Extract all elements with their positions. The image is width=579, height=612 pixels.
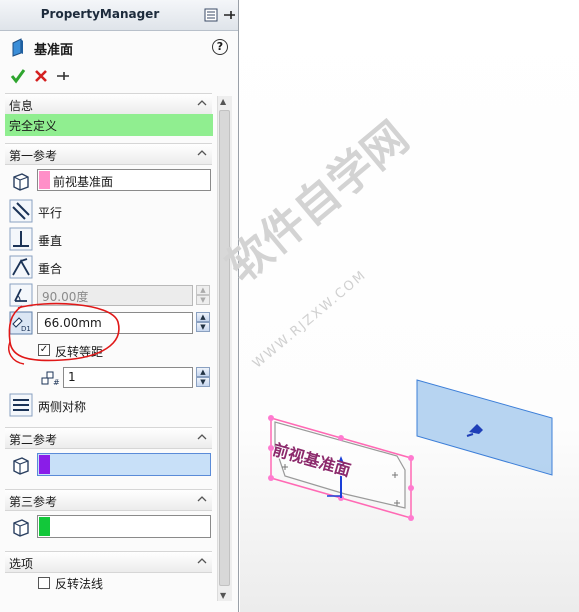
feature-name: 基准面 xyxy=(34,43,74,58)
status-fully-defined: 完全定义 xyxy=(5,114,213,136)
first-reference-color xyxy=(39,171,50,189)
spin-down-arrow-icon[interactable]: ▼ xyxy=(196,295,210,305)
mid-plane-icon[interactable] xyxy=(9,393,33,417)
angle-spinner[interactable]: ▲ ▼ xyxy=(196,285,210,306)
collapse-chevron-icon[interactable] xyxy=(197,98,207,108)
first-reference-selection-box[interactable]: 前视基准面 xyxy=(37,169,211,191)
instances-count-value: 1 xyxy=(68,370,76,384)
instances-count-icon: # xyxy=(41,371,60,387)
second-reference-selection-box[interactable] xyxy=(37,453,211,476)
perpendicular-label: 垂直 xyxy=(38,234,63,248)
spin-up-arrow-icon[interactable]: ▲ xyxy=(196,285,210,295)
red-annotation-circle xyxy=(8,302,120,365)
flip-normal-checkbox[interactable] xyxy=(38,577,50,589)
third-reference-header[interactable]: 第三参考 xyxy=(5,489,212,511)
spin-up-arrow-icon[interactable]: ▲ xyxy=(196,367,210,377)
property-manager-titlebar: PropertyManager xyxy=(0,0,238,31)
spin-down-arrow-icon[interactable]: ▼ xyxy=(196,322,210,332)
spin-up-arrow-icon[interactable]: ▲ xyxy=(196,312,210,322)
scroll-down-arrow-icon[interactable]: ▼ xyxy=(220,591,226,600)
coincident-label: 重合 xyxy=(38,262,63,276)
preview-plane[interactable] xyxy=(415,378,555,478)
third-reference-color xyxy=(39,517,50,536)
reference-selection-icon xyxy=(13,519,29,537)
coincident-icon[interactable] xyxy=(9,255,33,279)
collapse-chevron-icon[interactable] xyxy=(197,494,207,504)
tree-toggle-icon[interactable] xyxy=(204,8,218,22)
scroll-up-arrow-icon[interactable]: ▲ xyxy=(220,97,226,106)
first-reference-value: 前视基准面 xyxy=(53,175,114,189)
svg-text:#: # xyxy=(53,378,60,387)
panel-scrollbar[interactable]: ▲ ▼ xyxy=(217,96,232,601)
reference-selection-icon xyxy=(13,457,29,475)
reference-selection-icon xyxy=(13,173,29,191)
flip-normal-label: 反转法线 xyxy=(55,577,104,591)
info-section-header[interactable]: 信息 xyxy=(5,93,212,115)
second-reference-color xyxy=(39,455,50,474)
options-section-header[interactable]: 选项 xyxy=(5,551,212,573)
instances-count-input[interactable]: 1 xyxy=(63,367,193,388)
third-reference-label: 第三参考 xyxy=(9,495,58,509)
watermark-text: 软件自学网 xyxy=(217,112,419,293)
plane-feature-icon xyxy=(12,38,23,57)
ok-checkmark-icon[interactable] xyxy=(10,68,26,84)
collapse-chevron-icon[interactable] xyxy=(197,148,207,158)
mid-plane-label: 两侧对称 xyxy=(38,400,87,414)
collapse-chevron-icon[interactable] xyxy=(197,556,207,566)
keep-visible-pin-icon[interactable] xyxy=(56,70,70,82)
second-reference-header[interactable]: 第二参考 xyxy=(5,427,212,449)
options-section-label: 选项 xyxy=(9,557,34,571)
first-reference-label: 第一参考 xyxy=(9,149,58,163)
perpendicular-icon[interactable] xyxy=(9,227,33,251)
property-manager-panel: PropertyManager 基准面 ? ▲ ▼ 信息 完全定义 第一参考 前… xyxy=(0,0,239,612)
spin-down-arrow-icon[interactable]: ▼ xyxy=(196,377,210,387)
graphics-viewport[interactable]: 软件自学网 WWW.RJZXW.COM 前视基准面 xyxy=(217,0,579,612)
offset-distance-spinner[interactable]: ▲ ▼ xyxy=(196,312,210,333)
collapse-chevron-icon[interactable] xyxy=(197,432,207,442)
first-reference-header[interactable]: 第一参考 xyxy=(5,143,212,165)
cancel-x-icon[interactable] xyxy=(34,69,48,83)
parallel-label: 平行 xyxy=(38,206,63,220)
action-buttons xyxy=(0,66,238,88)
pin-icon[interactable] xyxy=(222,8,236,22)
second-reference-label: 第二参考 xyxy=(9,433,58,447)
feature-header: 基准面 ? xyxy=(0,34,238,60)
watermark-url: WWW.RJZXW.COM xyxy=(250,267,370,372)
instances-spinner[interactable]: ▲ ▼ xyxy=(196,367,210,388)
third-reference-selection-box[interactable] xyxy=(37,515,211,538)
parallel-icon[interactable] xyxy=(9,199,33,223)
scrollbar-thumb[interactable] xyxy=(219,110,230,586)
help-icon[interactable]: ? xyxy=(212,39,228,55)
property-manager-title: PropertyManager xyxy=(40,7,160,21)
info-section-label: 信息 xyxy=(9,99,34,113)
